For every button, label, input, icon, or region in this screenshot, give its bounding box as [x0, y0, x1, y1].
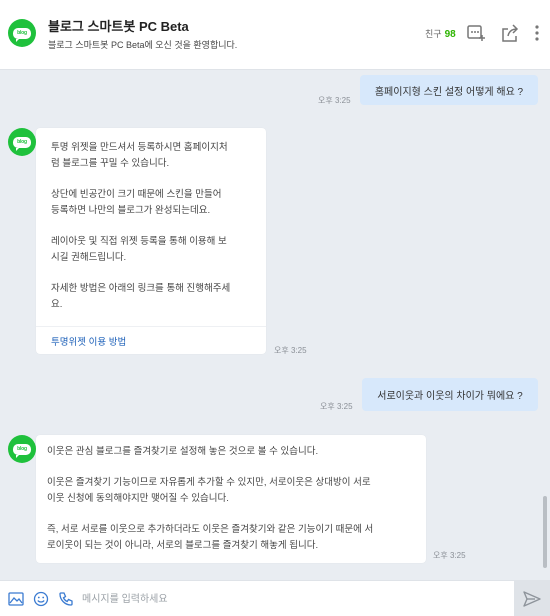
message-paragraph: 상단에 빈공간이 크기 때문에 스킨을 만들어 등록하면 나만의 블로그가 완성… — [51, 189, 222, 216]
message-time: 오후 3:25 — [274, 346, 307, 355]
emoji-icon[interactable] — [32, 590, 50, 608]
friends-count: 98 — [444, 29, 456, 40]
blog-logo-icon: blog — [13, 136, 31, 151]
more-vertical-icon[interactable] — [526, 22, 548, 44]
bot-avatar: blog — [8, 19, 36, 47]
transparent-widget-link[interactable]: 투명위젯 이용 방법 — [36, 326, 266, 354]
bot-avatar: blog — [8, 435, 36, 463]
bot-avatar: blog — [8, 128, 36, 156]
blog-logo-icon: blog — [13, 27, 31, 42]
blog-logo-icon: blog — [13, 443, 31, 458]
phone-icon[interactable] — [57, 590, 75, 608]
message-paragraph: 즉, 서로 서로를 이웃으로 추가하더라도 이웃은 즐겨찾기와 같은 기능이기 … — [47, 524, 374, 551]
message-paragraph: 레이아웃 및 직접 위젯 등록을 통해 이용해 보 시길 권해드립니다. — [51, 236, 227, 263]
message-time: 오후 3:25 — [320, 402, 353, 411]
bot-message-card: 이웃은 관심 블로그를 즐겨찾기로 설정해 놓은 것으로 볼 수 있습니다. 이… — [36, 435, 426, 563]
add-friend-icon[interactable] — [465, 22, 487, 44]
message-input-bar — [0, 580, 550, 616]
image-icon[interactable] — [7, 590, 25, 608]
chat-subtitle: 블로그 스마트봇 PC Beta에 오신 것을 환영합니다. — [48, 40, 238, 50]
my-message-bubble: 서로이웃과 이웃의 차이가 뭐에요 ? — [362, 378, 538, 411]
message-paragraph: 이웃은 즐겨찾기 기능이므로 자유롭게 추가할 수 있지만, 서로이웃은 상대방… — [47, 477, 371, 504]
bot-message-card: 투명 위젯을 만드셔서 등록하시면 홈페이지처 럼 블로그를 꾸밀 수 있습니다… — [36, 128, 266, 354]
chat-header: blog 블로그 스마트봇 PC Beta 블로그 스마트봇 PC Beta에 … — [0, 0, 550, 70]
send-icon — [523, 591, 541, 607]
share-icon[interactable] — [499, 22, 521, 44]
message-paragraph: 이웃은 관심 블로그를 즐겨찾기로 설정해 놓은 것으로 볼 수 있습니다. — [47, 446, 319, 457]
friends-label: 친구 — [425, 29, 442, 39]
send-button[interactable] — [514, 581, 550, 616]
chat-title: 블로그 스마트봇 PC Beta — [48, 19, 189, 34]
my-message-bubble: 홈페이지형 스킨 설정 어떻게 해요 ? — [360, 75, 538, 105]
message-time: 오후 3:25 — [433, 551, 466, 560]
message-paragraph: 자세한 방법은 아래의 링크를 통해 진행해주세 요. — [51, 283, 231, 310]
message-time: 오후 3:25 — [318, 96, 351, 105]
chat-scrollbar[interactable] — [543, 496, 547, 568]
message-input[interactable] — [82, 589, 502, 609]
friends-counter: 친구 98 — [425, 27, 456, 40]
message-paragraph: 투명 위젯을 만드셔서 등록하시면 홈페이지처 럼 블로그를 꾸밀 수 있습니다… — [51, 142, 228, 169]
